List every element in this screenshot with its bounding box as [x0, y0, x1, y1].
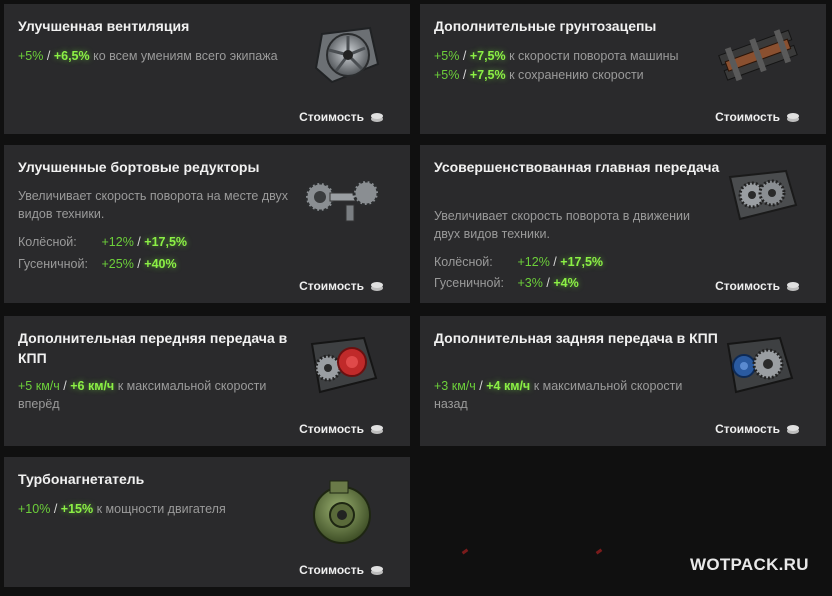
watermark: WOTPACK.RU [690, 555, 809, 574]
credits-icon [787, 113, 799, 122]
decorative-mark [461, 548, 469, 555]
card-title: Усовершенствованная главная передача [434, 159, 720, 175]
card-improved-side-reducers[interactable]: Улучшенные бортовые редукторы Увеличивае… [4, 145, 410, 303]
cost-button[interactable]: Стоимость [299, 422, 384, 436]
bonus-line: +5% / +7,5% к сохранению скорости [434, 68, 644, 82]
cost-button[interactable]: Стоимость [299, 110, 384, 124]
stat-row-tracked: Гусеничной: +3% / +4% [434, 276, 579, 290]
card-additional-front-gear[interactable]: Дополнительная передняя передача в КПП +… [4, 316, 410, 446]
card-title: Улучшенная вентиляция [18, 18, 190, 34]
card-title: Турбонагнетатель [18, 471, 145, 487]
bonus-line: +3 км/ч / +4 км/ч к максимальной скорост… [434, 379, 683, 393]
bonus-line: +10% / +15% к мощности двигателя [18, 502, 226, 516]
card-title: Дополнительная задняя передача в КПП [434, 330, 718, 346]
cost-button[interactable]: Стоимость [715, 279, 800, 293]
decorative-mark [595, 548, 603, 555]
turbocharger-icon [306, 477, 378, 549]
card-description: Увеличивает скорость поворота на месте д… [18, 189, 289, 221]
bonus-line: +5% / +6,5% ко всем умениям всего экипаж… [18, 49, 278, 63]
credits-icon [787, 425, 799, 434]
ventilation-icon [310, 24, 382, 88]
card-additional-grousers[interactable]: Дополнительные грунтозацепы +5% / +7,5% … [420, 4, 826, 134]
cost-button[interactable]: Стоимость [715, 422, 800, 436]
card-improved-ventilation[interactable]: Улучшенная вентиляция +5% / +6,5% ко все… [4, 4, 410, 134]
front-gear-icon [302, 334, 382, 396]
card-title: Дополнительная передняя передача в КПП [18, 330, 288, 366]
card-title: Дополнительные грунтозацепы [434, 18, 657, 34]
grousers-icon [716, 28, 802, 88]
bonus-line-tail: назад [434, 397, 468, 411]
stat-row-wheeled: Колёсной: +12% / +17,5% [434, 255, 604, 269]
credits-icon [371, 282, 383, 291]
credits-icon [371, 113, 383, 122]
stat-row-wheeled: Колёсной: +12% / +17,5% [18, 235, 188, 249]
bonus-line-tail: вперёд [18, 397, 60, 411]
cost-button[interactable]: Стоимость [715, 110, 800, 124]
gearbox-shafts-icon [302, 175, 386, 225]
bonus-line: +5% / +7,5% к скорости поворота машины [434, 49, 679, 63]
cost-button[interactable]: Стоимость [299, 279, 384, 293]
card-turbocharger[interactable]: Турбонагнетатель +10% / +15% к мощности … [4, 457, 410, 587]
card-improved-final-drive[interactable]: Усовершенствованная главная передача Уве… [420, 145, 826, 303]
card-title: Улучшенные бортовые редукторы [18, 159, 260, 175]
bonus-line: +5 км/ч / +6 км/ч к максимальной скорост… [18, 379, 267, 393]
stat-row-tracked: Гусеничной: +25% / +40% [18, 257, 177, 271]
card-description: Увеличивает скорость поворота в движении… [434, 209, 690, 241]
credits-icon [371, 425, 383, 434]
credits-icon [371, 566, 383, 575]
rear-gear-icon [718, 334, 798, 396]
credits-icon [787, 282, 799, 291]
card-additional-rear-gear[interactable]: Дополнительная задняя передача в КПП +3 … [420, 316, 826, 446]
cost-button[interactable]: Стоимость [299, 563, 384, 577]
final-drive-icon [720, 165, 802, 223]
